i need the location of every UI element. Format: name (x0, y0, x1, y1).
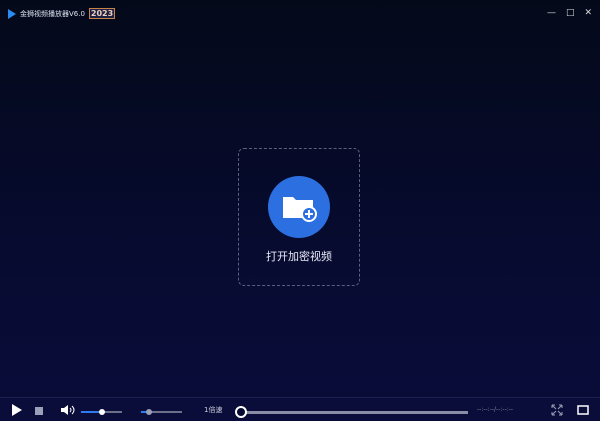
open-encrypted-video-area[interactable]: 打开加密视频 (238, 148, 360, 286)
year-badge: 2023 (88, 8, 116, 19)
open-encrypted-video-label: 打开加密视频 (266, 250, 332, 263)
maximize-button[interactable]: □ (566, 8, 575, 18)
speed-label[interactable]: 1倍速 (204, 405, 222, 415)
play-logo-icon (8, 8, 16, 19)
close-button[interactable]: ✕ (584, 8, 592, 18)
folder-add-icon (268, 176, 330, 238)
title-bar: 金狮视频播放器V6.0 2023 (8, 8, 116, 19)
volume-icon[interactable] (61, 405, 75, 415)
loop-button[interactable] (577, 404, 589, 416)
play-button[interactable] (11, 404, 23, 416)
app-title: 金狮视频播放器V6.0 (20, 9, 85, 18)
stop-button[interactable] (35, 407, 43, 415)
control-bar: 1倍速 --:--:--/--:--:-- (0, 397, 600, 421)
minimize-button[interactable]: — (547, 8, 556, 18)
fullscreen-button[interactable] (551, 404, 563, 416)
time-display: --:--:--/--:--:-- (477, 406, 514, 413)
